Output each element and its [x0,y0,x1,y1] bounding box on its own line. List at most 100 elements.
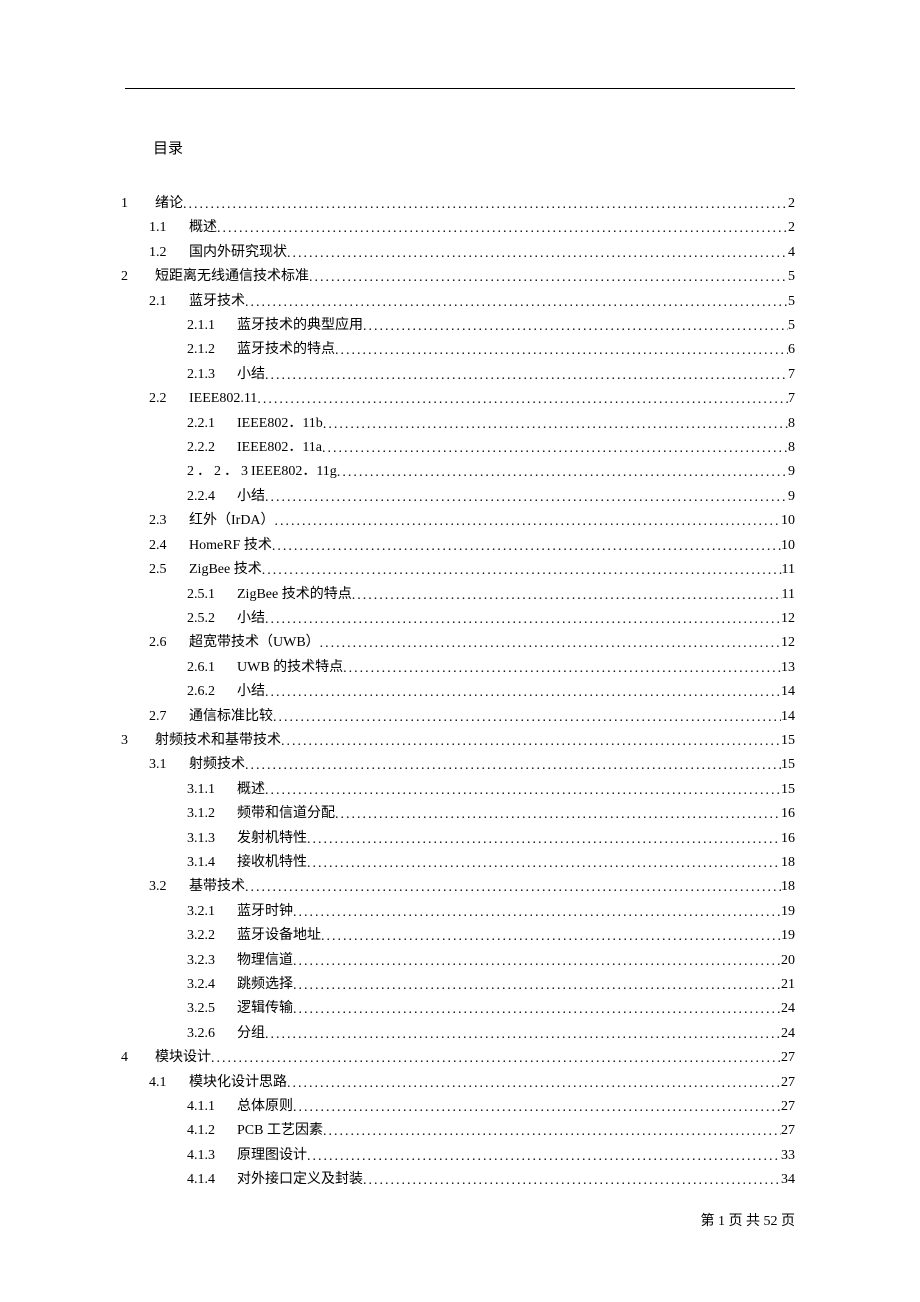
toc-leader-dots [307,828,781,852]
toc-entry-page: 14 [781,680,795,704]
toc-entry-page: 16 [781,827,795,851]
toc-leader-dots [335,339,788,363]
toc-entry: 2.2.2IEEE802．11a8 [187,436,795,460]
toc-entry-text: 分组 [237,1022,265,1046]
toc-entry-number: 2.2.4 [187,485,225,509]
toc-entry-number: 3.2 [149,875,177,899]
toc-entry-page: 10 [781,509,795,533]
toc-entry-number: 2.4 [149,534,177,558]
toc-entry: 2.6.1UWB 的技术特点13 [187,656,795,680]
toc-entry-text: 小结 [237,485,265,509]
toc-entry-page: 15 [781,753,795,777]
toc-entry-text: 原理图设计 [237,1144,307,1168]
toc-entry-text: 短距离无线通信技术标准 [155,265,309,289]
toc-leader-dots [320,632,781,656]
toc-entry-number: 2.2 [149,387,177,411]
toc-leader-dots [265,608,781,632]
toc-entry-text: 射频技术 [189,753,245,777]
toc-entry: 3.2.2蓝牙设备地址19 [187,924,795,948]
toc-entry-number: 2.6.1 [187,656,225,680]
toc-entry-text: UWB 的技术特点 [237,656,343,680]
toc-leader-dots [287,242,788,266]
toc-leader-dots [293,901,781,925]
toc-leader-dots [272,535,781,559]
toc-entry-number: 4.1.3 [187,1144,225,1168]
toc-leader-dots [323,1120,781,1144]
toc-leader-dots [321,925,781,949]
toc-entry: 3.1.2频带和信道分配16 [187,802,795,826]
toc-entry: 2.5.2小结12 [187,607,795,631]
toc-entry: 2.2IEEE802.117 [149,387,795,411]
toc-entry-page: 27 [781,1095,795,1119]
toc-entry: 3.2.3物理信道20 [187,949,795,973]
toc-entry-page: 4 [788,241,795,265]
toc-leader-dots [265,486,788,510]
toc-entry-page: 19 [781,900,795,924]
toc-entry: 1.1概述2 [149,216,795,240]
toc-body: 1绪论21.1概述21.2国内外研究现状42短距离无线通信技术标准52.1蓝牙技… [125,192,795,1193]
toc-leader-dots [262,559,782,583]
toc-entry: 2.6.2小结14 [187,680,795,704]
toc-entry-number: 2.6 [149,631,177,655]
toc-entry-text: HomeRF 技术 [189,534,272,558]
toc-leader-dots [183,193,788,217]
toc-entry: 2.4HomeRF 技术10 [149,534,795,558]
toc-entry-text: 国内外研究现状 [189,241,287,265]
toc-entry: 2.3红外（IrDA）10 [149,509,795,533]
toc-entry-page: 27 [781,1071,795,1095]
toc-entry-page: 27 [781,1046,795,1070]
toc-entry-text: 模块化设计思路 [189,1071,287,1095]
toc-leader-dots [257,388,788,412]
toc-entry-text: 跳频选择 [237,973,293,997]
toc-entry-page: 18 [781,851,795,875]
document-page: 目录 1绪论21.1概述21.2国内外研究现状42短距离无线通信技术标准52.1… [0,0,920,1193]
toc-leader-dots [293,974,781,998]
toc-entry-page: 20 [781,949,795,973]
toc-leader-dots [245,876,781,900]
toc-entry-text: 逻辑传输 [237,997,293,1021]
toc-leader-dots [217,217,788,241]
toc-leader-dots [363,1169,781,1193]
toc-entry-text: 发射机特性 [237,827,307,851]
toc-entry-number: 3.2.2 [187,924,225,948]
toc-entry-page: 14 [781,705,795,729]
toc-entry-text: 通信标准比较 [189,705,273,729]
toc-leader-dots [281,730,781,754]
toc-entry-text: 频带和信道分配 [237,802,335,826]
toc-entry-number: 3 [121,729,143,753]
toc-entry: 2.7通信标准比较14 [149,705,795,729]
toc-entry-number: 4.1 [149,1071,177,1095]
toc-leader-dots [323,413,788,437]
toc-entry-text: ZigBee 技术的特点 [237,583,352,607]
toc-entry-page: 15 [781,778,795,802]
toc-leader-dots [293,950,781,974]
toc-leader-dots [343,657,781,681]
toc-entry-text: 小结 [237,607,265,631]
toc-entry-page: 11 [782,583,795,607]
toc-entry-number: 4.1.1 [187,1095,225,1119]
toc-entry-page: 15 [781,729,795,753]
toc-entry-text: 红外（IrDA） [189,509,275,533]
page-footer: 第 1 页 共 52 页 [701,1210,796,1230]
toc-entry-number: 2.5.1 [187,583,225,607]
toc-entry-number: 3.1.3 [187,827,225,851]
toc-leader-dots [265,681,781,705]
toc-entry-number: 3.1.4 [187,851,225,875]
toc-entry: 4.1 模块化设计思路 27 [149,1071,795,1095]
toc-entry-page: 2 [788,216,795,240]
toc-entry-number: 3.1.2 [187,802,225,826]
toc-entry-number: 3.2.6 [187,1022,225,1046]
toc-leader-dots [275,510,781,534]
toc-entry: 3.1.4接收机特性18 [187,851,795,875]
toc-entry-number: 1 [121,192,143,216]
toc-entry-page: 9 [788,485,795,509]
toc-entry-page: 12 [781,631,795,655]
toc-entry-page: 7 [788,387,795,411]
toc-entry-text: 基带技术 [189,875,245,899]
toc-entry-page: 21 [781,973,795,997]
toc-entry: 2短距离无线通信技术标准5 [121,265,795,289]
toc-entry-page: 8 [788,412,795,436]
toc-entry: 2.2.1IEEE802．11b8 [187,412,795,436]
toc-entry-number: 2.1.1 [187,314,225,338]
toc-entry-text: 蓝牙技术的典型应用 [237,314,363,338]
